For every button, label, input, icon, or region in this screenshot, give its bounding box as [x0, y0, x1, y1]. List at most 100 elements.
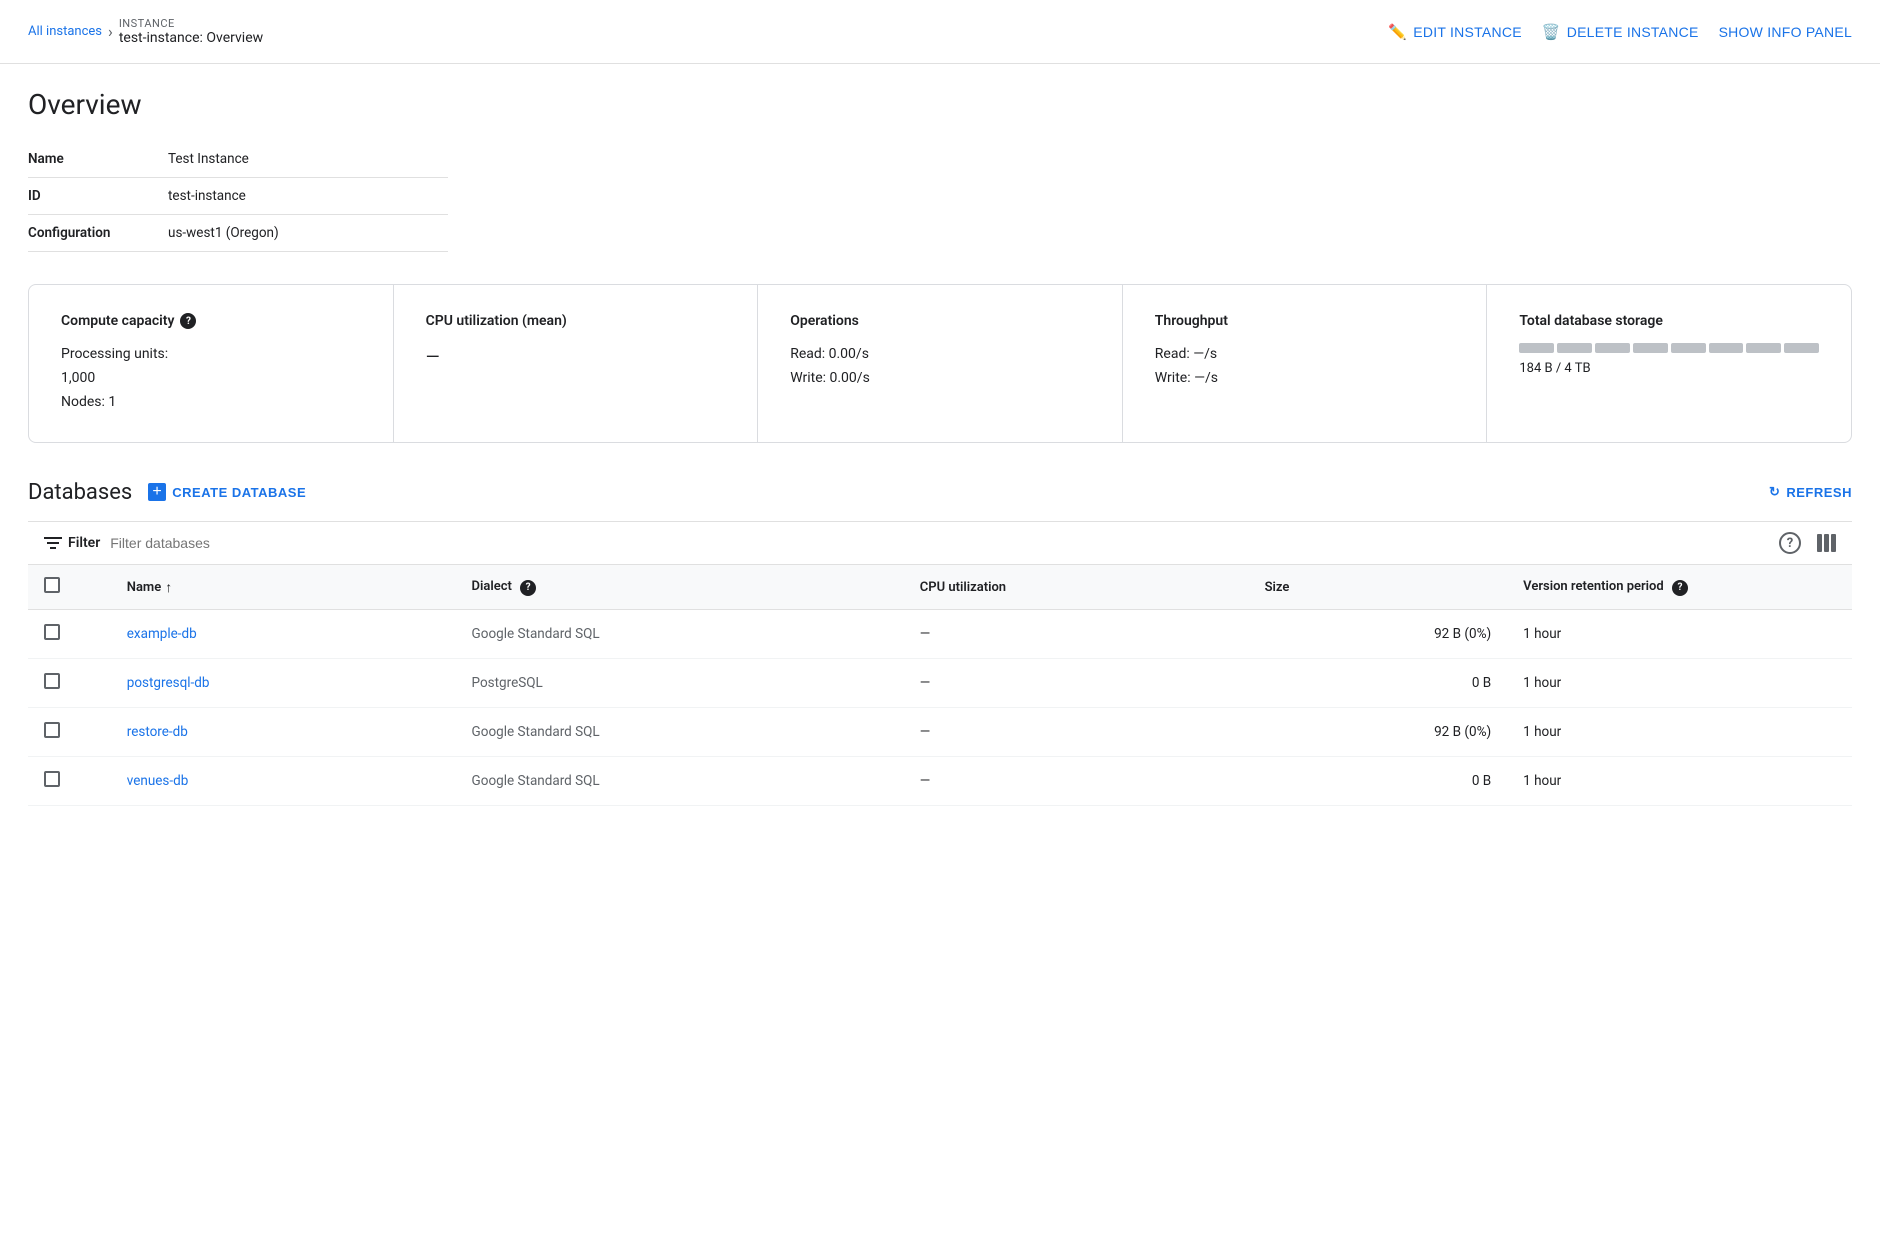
- columns-icon[interactable]: [1817, 534, 1836, 552]
- info-label: ID: [28, 178, 168, 215]
- refresh-icon: ↻: [1769, 484, 1780, 500]
- throughput-write: Write: —/s: [1155, 367, 1455, 391]
- row-checkbox-cell: [28, 708, 111, 757]
- storage-section: Total database storage 184 B / 4 TB: [1487, 285, 1851, 442]
- db-size-cell: 92 B (0%): [1249, 708, 1508, 757]
- dialect-column-header: Dialect ?: [456, 565, 904, 610]
- db-name-cell: venues-db: [111, 757, 456, 806]
- info-row: Configuration us-west1 (Oregon): [28, 215, 448, 252]
- table-row: restore-db Google Standard SQL — 92 B (0…: [28, 708, 1852, 757]
- retention-column-header: Version retention period ?: [1507, 565, 1852, 610]
- compute-capacity-value: Processing units: 1,000 Nodes: 1: [61, 343, 361, 414]
- db-size-cell: 92 B (0%): [1249, 610, 1508, 659]
- row-checkbox-cell: [28, 659, 111, 708]
- trash-icon: 🗑️: [1542, 23, 1561, 41]
- db-name-cell: restore-db: [111, 708, 456, 757]
- compute-capacity-help-icon[interactable]: ?: [180, 313, 196, 329]
- db-cpu-cell: —: [904, 757, 1249, 806]
- storage-bar-segment: [1595, 343, 1630, 353]
- filter-icon-label: Filter: [44, 535, 100, 551]
- nodes-line: Nodes: 1: [61, 391, 361, 415]
- cpu-utilization-title: CPU utilization (mean): [426, 313, 726, 329]
- info-label: Configuration: [28, 215, 168, 252]
- instance-block: INSTANCE test-instance: Overview: [119, 17, 263, 46]
- storage-bar-segment: [1671, 343, 1706, 353]
- db-cpu-cell: —: [904, 708, 1249, 757]
- db-cpu-cell: —: [904, 659, 1249, 708]
- compute-capacity-title: Compute capacity ?: [61, 313, 361, 329]
- plus-icon: +: [148, 483, 166, 501]
- databases-title-row: Databases + CREATE DATABASE: [28, 479, 306, 505]
- db-retention-cell: 1 hour: [1507, 708, 1852, 757]
- breadcrumb: All instances › INSTANCE test-instance: …: [28, 17, 263, 46]
- processing-units-value-line: 1,000: [61, 367, 361, 391]
- info-row: ID test-instance: [28, 178, 448, 215]
- db-name-link[interactable]: example-db: [127, 626, 197, 642]
- cpu-utilization-value: —: [426, 343, 726, 374]
- delete-instance-button[interactable]: 🗑️ DELETE INSTANCE: [1542, 19, 1699, 45]
- throughput-title: Throughput: [1155, 313, 1455, 329]
- cpu-column-header: CPU utilization: [904, 565, 1249, 610]
- refresh-button[interactable]: ↻ REFRESH: [1769, 484, 1852, 500]
- create-database-button[interactable]: + CREATE DATABASE: [148, 479, 306, 505]
- info-row: Name Test Instance: [28, 141, 448, 178]
- row-checkbox[interactable]: [44, 673, 60, 689]
- storage-bar-segment: [1746, 343, 1781, 353]
- row-checkbox[interactable]: [44, 771, 60, 787]
- throughput-section: Throughput Read: —/s Write: —/s: [1123, 285, 1488, 442]
- storage-bar-segment: [1709, 343, 1744, 353]
- storage-bar: [1519, 343, 1819, 353]
- select-all-checkbox[interactable]: [44, 577, 60, 593]
- db-name-cell: example-db: [111, 610, 456, 659]
- db-name-link[interactable]: restore-db: [127, 724, 188, 740]
- top-bar: All instances › INSTANCE test-instance: …: [0, 0, 1880, 64]
- filter-input[interactable]: [110, 535, 410, 551]
- breadcrumb-chevron: ›: [108, 22, 113, 41]
- table-header: Name ↑ Dialect ? CPU utilization Size Ve…: [28, 565, 1852, 610]
- name-column-header[interactable]: Name ↑: [111, 565, 456, 610]
- db-name-link[interactable]: postgresql-db: [127, 675, 210, 691]
- table-body: example-db Google Standard SQL — 92 B (0…: [28, 610, 1852, 806]
- table-row: venues-db Google Standard SQL — 0 B 1 ho…: [28, 757, 1852, 806]
- all-instances-link[interactable]: All instances: [28, 24, 102, 39]
- operations-read: Read: 0.00/s: [790, 343, 1090, 367]
- throughput-value: Read: —/s Write: —/s: [1155, 343, 1455, 391]
- storage-label: 184 B / 4 TB: [1519, 361, 1819, 376]
- throughput-read: Read: —/s: [1155, 343, 1455, 367]
- compute-capacity-section: Compute capacity ? Processing units: 1,0…: [29, 285, 394, 442]
- info-table: Name Test InstanceID test-instanceConfig…: [28, 141, 448, 252]
- storage-bar-segment: [1633, 343, 1668, 353]
- db-size-cell: 0 B: [1249, 757, 1508, 806]
- metrics-card: Compute capacity ? Processing units: 1,0…: [28, 284, 1852, 443]
- operations-title: Operations: [790, 313, 1090, 329]
- db-name-link[interactable]: venues-db: [127, 773, 189, 789]
- overview-title: Overview: [28, 88, 1852, 121]
- db-retention-cell: 1 hour: [1507, 610, 1852, 659]
- size-column-header: Size: [1249, 565, 1508, 610]
- storage-bar-segment: [1519, 343, 1554, 353]
- main-content: Overview Name Test InstanceID test-insta…: [0, 64, 1880, 830]
- filter-left: Filter: [44, 535, 410, 551]
- operations-write: Write: 0.00/s: [790, 367, 1090, 391]
- processing-units-line: Processing units:: [61, 343, 361, 367]
- select-all-header: [28, 565, 111, 610]
- table-row: postgresql-db PostgreSQL — 0 B 1 hour: [28, 659, 1852, 708]
- db-size-cell: 0 B: [1249, 659, 1508, 708]
- row-checkbox[interactable]: [44, 722, 60, 738]
- storage-bar-segment: [1557, 343, 1592, 353]
- database-table: Name ↑ Dialect ? CPU utilization Size Ve…: [28, 565, 1852, 806]
- instance-name: test-instance: Overview: [119, 30, 263, 46]
- dialect-help-icon[interactable]: ?: [520, 580, 536, 596]
- storage-bar-segment: [1784, 343, 1819, 353]
- db-dialect-cell: Google Standard SQL: [456, 708, 904, 757]
- db-dialect-cell: Google Standard SQL: [456, 757, 904, 806]
- instance-label: INSTANCE: [119, 17, 263, 30]
- edit-instance-button[interactable]: ✏️ EDIT INSTANCE: [1388, 19, 1521, 45]
- retention-help-icon[interactable]: ?: [1672, 580, 1688, 596]
- filter-help-icon[interactable]: ?: [1779, 532, 1801, 554]
- show-info-panel-button[interactable]: SHOW INFO PANEL: [1719, 20, 1852, 44]
- table-row: example-db Google Standard SQL — 92 B (0…: [28, 610, 1852, 659]
- row-checkbox[interactable]: [44, 624, 60, 640]
- databases-header: Databases + CREATE DATABASE ↻ REFRESH: [28, 479, 1852, 505]
- pencil-icon: ✏️: [1388, 23, 1407, 41]
